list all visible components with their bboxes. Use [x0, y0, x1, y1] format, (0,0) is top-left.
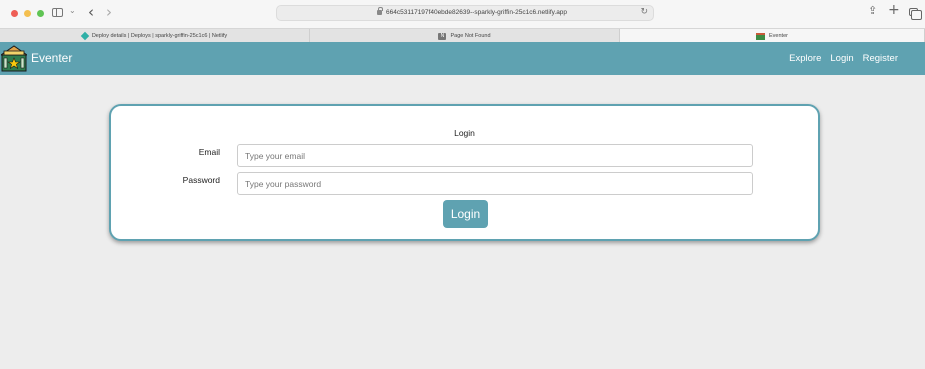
login-card: Login Email Password Login	[109, 104, 820, 241]
forward-button[interactable]: ›	[106, 3, 112, 21]
password-label: Password	[182, 175, 220, 185]
login-title: Login	[454, 128, 475, 138]
nav-links: Explore Login Register	[789, 53, 898, 64]
nav-login-link[interactable]: Login	[830, 53, 853, 64]
minimize-window-button[interactable]	[24, 10, 31, 17]
url-text[interactable]: 664c53117197f40ebde82639--sparkly-griffi…	[386, 9, 567, 16]
close-window-button[interactable]	[11, 10, 18, 17]
tab-eventer[interactable]: Eventer	[620, 29, 925, 43]
email-label: Email	[198, 147, 220, 157]
tab-title: Page Not Found	[450, 33, 491, 39]
address-bar[interactable]: 664c53117197f40ebde82639--sparkly-griffi…	[276, 5, 654, 21]
nav-register-link[interactable]: Register	[863, 53, 898, 64]
new-tab-icon[interactable]: +	[888, 2, 900, 18]
sidebar-toggle-icon[interactable]	[52, 8, 63, 17]
n-icon: N	[438, 32, 447, 40]
eventer-favicon-icon	[756, 32, 766, 40]
tab-page-not-found[interactable]: N Page Not Found	[310, 29, 620, 43]
netlify-icon	[80, 31, 90, 41]
back-button[interactable]: ‹	[88, 3, 94, 21]
share-icon[interactable]: ⇪	[868, 4, 877, 17]
tab-title: Eventer	[769, 33, 788, 39]
nav-explore-link[interactable]: Explore	[789, 53, 821, 64]
chevron-down-icon[interactable]: ⌄	[69, 6, 76, 15]
lock-icon	[377, 7, 383, 15]
tab-netlify-deploy[interactable]: Deploy details | Deploys | sparkly-griff…	[0, 29, 310, 43]
window-controls	[11, 10, 44, 17]
tab-title: Deploy details | Deploys | sparkly-griff…	[91, 33, 228, 39]
email-input[interactable]	[237, 144, 753, 167]
zoom-window-button[interactable]	[37, 10, 44, 17]
eventer-logo-icon[interactable]	[1, 45, 27, 72]
browser-toolbar: ⌄ ‹ › 664c53117197f40ebde82639--sparkly-…	[0, 0, 925, 28]
tab-strip: Deploy details | Deploys | sparkly-griff…	[0, 28, 925, 43]
brand-name[interactable]: Eventer	[31, 51, 72, 65]
login-button[interactable]: Login	[443, 200, 488, 228]
reload-icon[interactable]: ↻	[640, 7, 648, 17]
tab-overview-icon[interactable]	[909, 8, 922, 20]
app-navbar: Eventer Explore Login Register	[0, 42, 925, 75]
password-input[interactable]	[237, 172, 753, 195]
